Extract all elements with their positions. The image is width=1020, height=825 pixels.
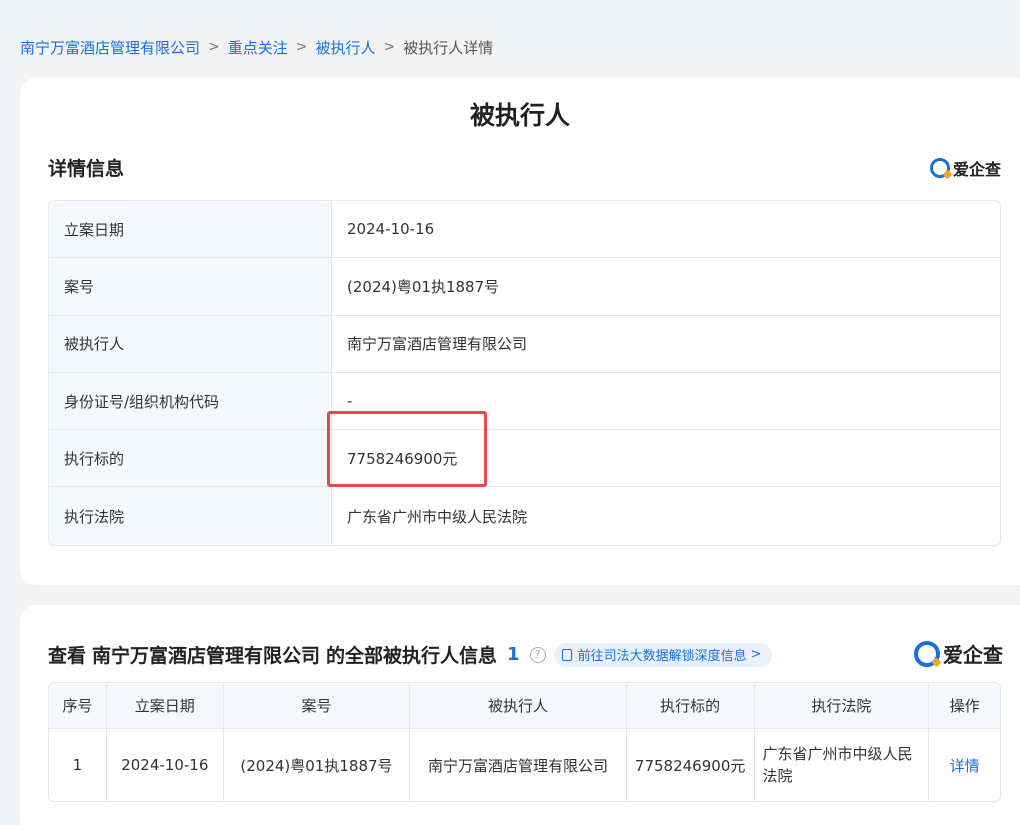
details-link[interactable]: 详情 — [929, 729, 1000, 801]
cell-index: 1 — [49, 729, 107, 801]
detail-row-case-number: 案号 (2024)粤01执1887号 — [49, 258, 1000, 316]
highlight-annotation-box — [327, 411, 487, 487]
detail-row-id-code: 身份证号/组织机构代码 - — [49, 372, 1000, 431]
cell-amount: 7758246900元 — [627, 729, 755, 801]
column-header-court: 执行法院 — [755, 683, 930, 728]
document-icon — [561, 648, 572, 661]
brand-name: 爱企查 — [953, 160, 1002, 179]
cell-case-number: (2024)粤01执1887号 — [224, 729, 411, 801]
brand-name: 爱企查 — [943, 643, 1003, 667]
result-count: 1 — [507, 644, 520, 665]
column-header-amount: 执行标的 — [627, 683, 755, 728]
judicial-data-link-label: 前往司法大数据解锁深度信息 — [577, 649, 747, 664]
judicial-data-link-button[interactable]: 前往司法大数据解锁深度信息 > — [553, 642, 772, 667]
detail-label: 被执行人 — [49, 315, 332, 372]
aiqicha-logo-icon — [914, 640, 940, 667]
aiqicha-logo-icon — [930, 158, 950, 178]
detail-value: 广东省广州市中级人民法院 — [347, 507, 528, 526]
table-header-row: 序号 立案日期 案号 被执行人 执行标的 执行法院 操作 — [49, 683, 1000, 729]
cell-executee: 南宁万富酒店管理有限公司 — [410, 729, 627, 801]
breadcrumb-company[interactable]: 南宁万富酒店管理有限公司 — [20, 37, 200, 58]
section-title: 详情信息 — [48, 158, 125, 180]
detail-label: 执行标的 — [49, 430, 332, 487]
column-header-date: 立案日期 — [107, 683, 224, 728]
column-header-action: 操作 — [949, 697, 980, 715]
detail-value: (2024)粤01执1887号 — [347, 277, 500, 296]
list-header-company: 南宁万富酒店管理有限公司 — [92, 645, 321, 667]
column-header-index: 序号 — [49, 683, 107, 728]
breadcrumb-current: 被执行人详情 — [403, 38, 494, 57]
column-header-executee: 被执行人 — [410, 683, 627, 728]
brand-logo: 爱企查 — [930, 156, 1001, 180]
breadcrumb-separator: > — [208, 39, 220, 55]
detail-card: 被执行人 详情信息 爱企查 立案日期 2024-10-16 案号 (2024)粤… — [20, 78, 1020, 585]
column-header-case-number: 案号 — [224, 683, 411, 728]
list-header-prefix: 查看 — [48, 645, 87, 667]
detail-value: 南宁万富酒店管理有限公司 — [347, 335, 528, 354]
breadcrumb-separator: > — [295, 39, 308, 55]
detail-label: 执行法院 — [49, 487, 332, 545]
detail-row-court: 执行法院 广东省广州市中级人民法院 — [49, 487, 1000, 545]
page-title: 被执行人 — [469, 101, 570, 130]
detail-label: 立案日期 — [49, 201, 332, 258]
list-header: 查看 南宁万富酒店管理有限公司 的全部被执行人信息 1 ? 前往司法大数据解锁深… — [48, 641, 772, 668]
list-header-suffix: 的全部被执行人信息 — [326, 645, 498, 667]
detail-table: 立案日期 2024-10-16 案号 (2024)粤01执1887号 被执行人 … — [48, 200, 1001, 546]
detail-row-filing-date: 立案日期 2024-10-16 — [49, 201, 1000, 259]
detail-label: 案号 — [49, 258, 332, 315]
detail-value: 2024-10-16 — [347, 220, 435, 239]
breadcrumb-watchlist[interactable]: 重点关注 — [228, 37, 288, 58]
table-row: 1 2024-10-16 (2024)粤01执1887号 南宁万富酒店管理有限公… — [49, 729, 1000, 801]
breadcrumb-separator: > — [383, 39, 396, 55]
help-icon[interactable]: ? — [529, 646, 546, 663]
detail-label: 身份证号/组织机构代码 — [49, 372, 332, 430]
detail-row-executee: 被执行人 南宁万富酒店管理有限公司 — [49, 315, 1000, 373]
detail-row-amount: 执行标的 7758246900元 — [49, 430, 1000, 488]
executee-table: 序号 立案日期 案号 被执行人 执行标的 执行法院 操作 1 2024-10-1… — [48, 682, 1001, 802]
breadcrumb-executee[interactable]: 被执行人 — [316, 37, 376, 58]
brand-logo: 爱企查 — [914, 639, 1003, 668]
breadcrumb: 南宁万富酒店管理有限公司 > 重点关注 > 被执行人 > 被执行人详情 — [20, 36, 493, 58]
cell-court: 广东省广州市中级人民法院 — [755, 729, 930, 801]
cell-date: 2024-10-16 — [107, 729, 224, 801]
list-card: 查看 南宁万富酒店管理有限公司 的全部被执行人信息 1 ? 前往司法大数据解锁深… — [20, 605, 1020, 825]
chevron-right-icon: > — [750, 647, 762, 662]
